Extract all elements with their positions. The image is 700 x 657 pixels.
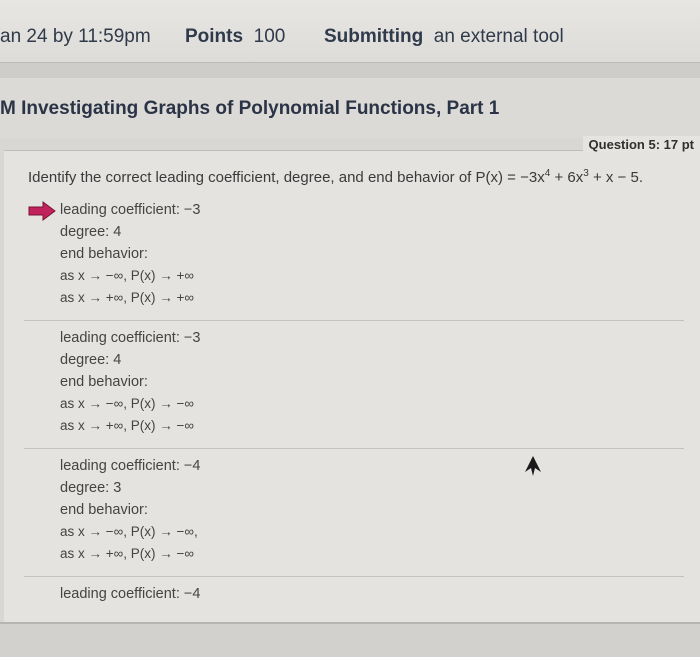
choice-3-degree: degree: 3	[60, 480, 122, 496]
answer-choice-3[interactable]: leading coefficient: −4 degree: 3 end be…	[24, 455, 674, 565]
choice-2-degree: degree: 4	[60, 352, 122, 368]
choice-divider	[24, 448, 684, 449]
points-label: Points	[185, 26, 244, 47]
prompt-part-2: + 6x	[550, 169, 584, 186]
answer-choice-2[interactable]: leading coefficient: −3 degree: 4 end be…	[24, 327, 674, 437]
bottom-area	[0, 624, 700, 657]
choice-2-end: end behavior:	[60, 374, 148, 390]
question-prompt: Identify the correct leading coefficient…	[28, 168, 643, 186]
question-number: Question 5: 17 pt	[582, 136, 700, 153]
points: Points 100	[185, 26, 285, 48]
choice-4-leading: leading coefficient: −4	[60, 586, 201, 602]
choice-3-right: as x → +∞, P(x) → −∞	[60, 546, 195, 561]
choice-1-end: end behavior:	[60, 246, 148, 262]
page-title: M Investigating Graphs of Polynomial Fun…	[0, 98, 500, 119]
answer-choice-1[interactable]: leading coefficient: −3 degree: 4 end be…	[24, 199, 674, 309]
assignment-header: an 24 by 11:59pm Points 100 Submitting a…	[0, 0, 700, 62]
choice-divider	[24, 576, 684, 577]
cursor-icon	[525, 456, 541, 476]
choice-1-degree: degree: 4	[60, 224, 122, 240]
submitting: Submitting an external tool	[324, 26, 564, 48]
answer-choice-4[interactable]: leading coefficient: −4	[24, 583, 674, 605]
header-separator	[0, 62, 700, 79]
choice-2-right: as x → +∞, P(x) → −∞	[60, 418, 195, 433]
choice-2-leading: leading coefficient: −3	[60, 330, 201, 346]
choice-divider	[24, 320, 684, 321]
points-value: 100	[253, 26, 286, 47]
choice-1-leading: leading coefficient: −3	[60, 202, 201, 218]
choice-1-left: as x → −∞, P(x) → +∞	[60, 268, 195, 283]
prompt-part-1: Identify the correct leading coefficient…	[28, 169, 545, 186]
choice-2-left: as x → −∞, P(x) → −∞	[60, 396, 195, 411]
choice-3-leading: leading coefficient: −4	[60, 458, 201, 474]
submitting-value: an external tool	[433, 26, 564, 47]
choice-1-right: as x → +∞, P(x) → +∞	[60, 290, 195, 305]
choice-3-end: end behavior:	[60, 502, 148, 518]
due-date: an 24 by 11:59pm	[0, 26, 151, 47]
choice-3-left: as x → −∞, P(x) → −∞,	[60, 524, 198, 539]
prompt-part-3: + x − 5.	[588, 169, 643, 186]
submitting-label: Submitting	[324, 26, 424, 47]
